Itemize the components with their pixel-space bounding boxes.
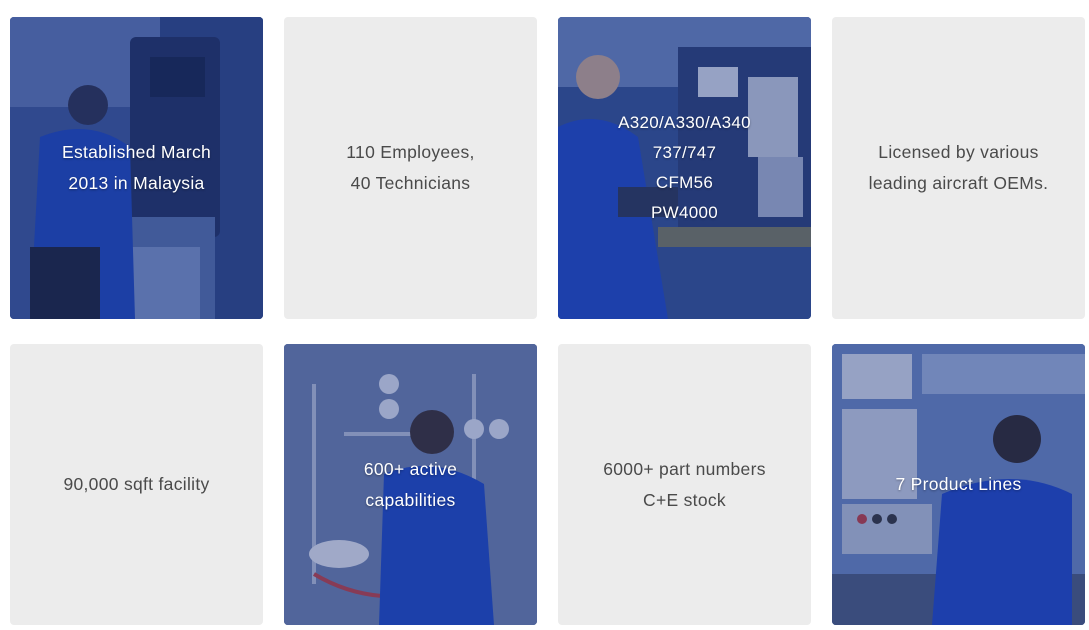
stat-tile-capabilities: 600+ active capabilities [284, 344, 537, 625]
stat-tile-product-lines: 7 Product Lines [832, 344, 1085, 625]
stat-tile-facility: 90,000 sqft facility [10, 344, 263, 625]
stat-tile-established: Established March 2013 in Malaysia [10, 17, 263, 319]
stat-tile-aircraft-types: A320/A330/A340 737/747 CFM56 PW4000 [558, 17, 811, 319]
stat-text: 90,000 sqft facility [63, 474, 210, 494]
stat-text: A320/A330/A340 737/747 CFM56 PW4000 [618, 113, 751, 222]
stat-text: 6000+ part numbers C+E stock [603, 458, 766, 510]
stat-tile-part-numbers: 6000+ part numbers C+E stock [558, 344, 811, 625]
stat-tile-employees: 110 Employees, 40 Technicians [284, 17, 537, 319]
stats-grid: Established March 2013 in Malaysia 110 E… [0, 0, 1089, 630]
stat-text: Established March 2013 in Malaysia [61, 142, 212, 193]
stat-text: 110 Employees, 40 Technicians [346, 142, 475, 193]
stat-tile-licensed: Licensed by various leading aircraft OEM… [832, 17, 1085, 319]
stat-text: 600+ active capabilities [363, 458, 458, 510]
stat-text: Licensed by various leading aircraft OEM… [868, 142, 1049, 193]
stat-text: 7 Product Lines [895, 474, 1022, 494]
